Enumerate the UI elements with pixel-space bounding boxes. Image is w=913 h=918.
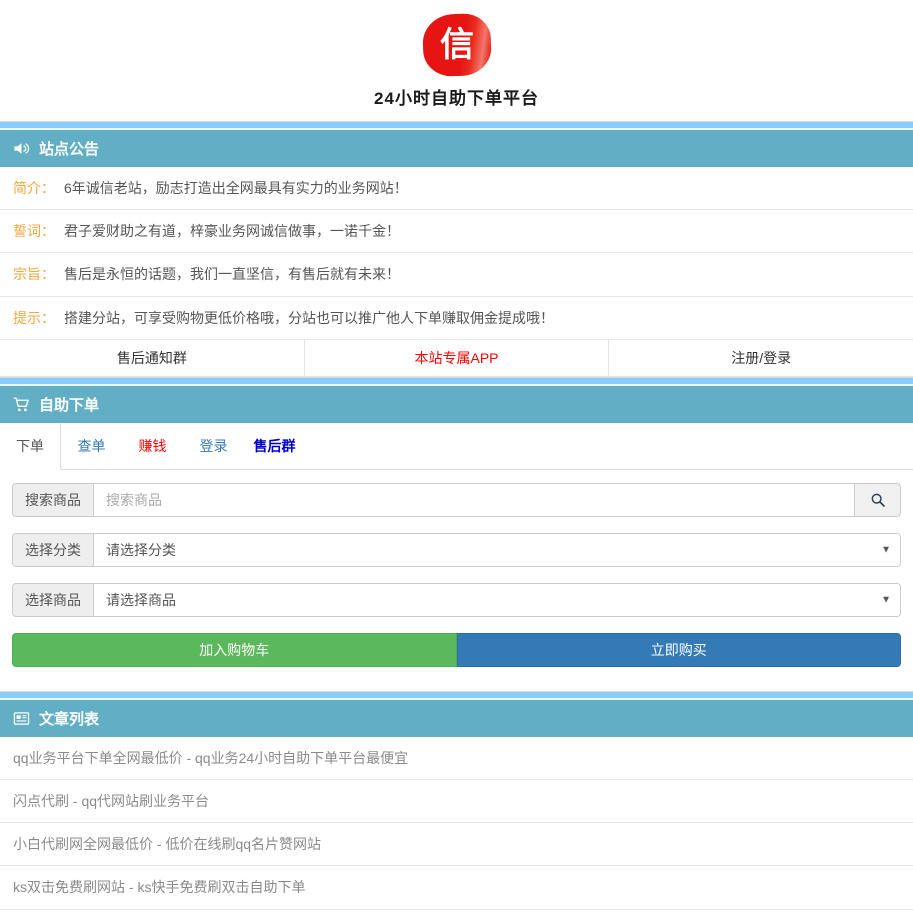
announcement-text: 搭建分站，可享受购物更低价格哦，分站也可以推广他人下单赚取佣金提成哦！: [64, 309, 554, 327]
section-divider-strip: [0, 121, 913, 130]
cart-icon: [13, 396, 30, 413]
article-link[interactable]: 闪点代刷 - qq代网站刷业务平台: [0, 780, 913, 823]
search-icon: [870, 492, 886, 508]
announcement-text: 6年诚信老站，励志打造出全网最具有实力的业务网站！: [64, 179, 408, 197]
announcement-text: 君子爱财助之有道，梓豪业务网诚信做事，一诺千金！: [64, 222, 400, 240]
order-tabs: 下单 查单 赚钱 登录 售后群: [0, 423, 913, 470]
announcement-label: 宗旨：: [13, 265, 55, 283]
section-divider-strip: [0, 691, 913, 700]
speaker-icon: [13, 140, 30, 157]
article-link[interactable]: qq业务平台下单全网最低价 - qq业务24小时自助下单平台最便宜: [0, 737, 913, 780]
announcement-section-title: 站点公告: [39, 138, 99, 159]
search-button[interactable]: [854, 483, 901, 517]
order-form: 搜索商品 选择分类 请选择分类 ▼ 选择商品 请选择商品 ▼ 加入购物车 立即购…: [0, 470, 913, 691]
article-link[interactable]: 小白代刷网全网最低价 - 低价在线刷qq名片赞网站: [0, 823, 913, 866]
add-to-cart-button[interactable]: 加入购物车: [12, 633, 457, 667]
tab-earn-money[interactable]: 赚钱: [122, 423, 183, 469]
tab-aftersale-group[interactable]: 售后群: [244, 423, 305, 469]
order-section-header: 自助下单: [0, 386, 913, 423]
product-select-wrap: 请选择商品 ▼: [93, 583, 901, 617]
announcement-section-header: 站点公告: [0, 130, 913, 167]
aftersale-group-link[interactable]: 售后通知群: [0, 340, 304, 376]
announcement-label: 提示：: [13, 309, 55, 327]
announcement-row: 简介： 6年诚信老站，励志打造出全网最具有实力的业务网站！: [0, 167, 913, 210]
articles-section-header: 文章列表: [0, 700, 913, 737]
announcement-row: 誓词： 君子爱财助之有道，梓豪业务网诚信做事，一诺千金！: [0, 210, 913, 253]
announcement-row: 宗旨： 售后是永恒的话题，我们一直坚信，有售后就有未来！: [0, 253, 913, 296]
newspaper-icon: [13, 710, 30, 727]
announcement-label: 简介：: [13, 179, 55, 197]
page-bottom-spacer: [0, 910, 913, 918]
tab-login[interactable]: 登录: [183, 423, 244, 469]
search-product-group: 搜索商品: [12, 483, 901, 517]
articles-section-title: 文章列表: [39, 708, 99, 729]
product-select[interactable]: 请选择商品: [93, 583, 901, 617]
page-title: 24小时自助下单平台: [0, 84, 913, 109]
announcement-text: 售后是永恒的话题，我们一直坚信，有售后就有未来！: [64, 265, 400, 283]
register-login-link[interactable]: 注册/登录: [608, 340, 913, 376]
search-product-label: 搜索商品: [12, 483, 93, 517]
category-select-wrap: 请选择分类 ▼: [93, 533, 901, 567]
site-header: 信 24小时自助下单平台: [0, 0, 913, 121]
select-product-label: 选择商品: [12, 583, 93, 617]
category-select[interactable]: 请选择分类: [93, 533, 901, 567]
site-app-link[interactable]: 本站专属APP: [304, 340, 609, 376]
select-product-group: 选择商品 请选择商品 ▼: [12, 583, 901, 617]
logo-seal-character: 信: [440, 28, 474, 62]
article-link[interactable]: ks双击免费刷网站 - ks快手免费刷双击自助下单: [0, 866, 913, 909]
order-actions: 加入购物车 立即购买: [12, 633, 901, 667]
select-category-group: 选择分类 请选择分类 ▼: [12, 533, 901, 567]
buy-now-button[interactable]: 立即购买: [457, 633, 902, 667]
select-category-label: 选择分类: [12, 533, 93, 567]
search-product-input[interactable]: [93, 483, 855, 517]
tab-check-order[interactable]: 查单: [61, 423, 122, 469]
order-section-title: 自助下单: [39, 394, 99, 415]
section-divider-strip: [0, 377, 913, 386]
site-logo: 信: [421, 13, 491, 77]
announcement-row: 提示： 搭建分站，可享受购物更低价格哦，分站也可以推广他人下单赚取佣金提成哦！: [0, 297, 913, 340]
quick-links-row: 售后通知群 本站专属APP 注册/登录: [0, 340, 913, 377]
announcement-label: 誓词：: [13, 222, 55, 240]
tab-place-order[interactable]: 下单: [0, 423, 61, 470]
